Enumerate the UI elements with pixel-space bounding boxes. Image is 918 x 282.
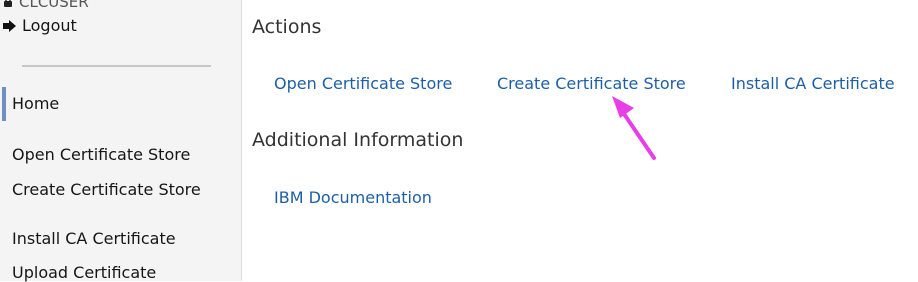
ibm-documentation-link[interactable]: IBM Documentation (274, 188, 432, 207)
sidebar-item-upload-certificate[interactable]: Upload Certificate (12, 263, 156, 282)
actions-heading: Actions (252, 16, 322, 38)
sidebar-item-home[interactable]: Home (2, 87, 240, 121)
additional-information-heading: Additional Information (252, 129, 464, 151)
logout-icon (3, 20, 16, 32)
sidebar-item-label: Home (12, 94, 60, 113)
lock-icon (4, 0, 12, 7)
sidebar-item-create-certificate-store[interactable]: Create Certificate Store (12, 180, 201, 199)
sidebar-divider (22, 65, 211, 67)
open-certificate-store-link[interactable]: Open Certificate Store (274, 74, 452, 93)
sidebar: CLCUSER Logout Home Open Certificate Sto… (0, 0, 242, 282)
sidebar-item-install-ca-certificate[interactable]: Install CA Certificate (12, 229, 176, 248)
active-indicator (2, 87, 6, 121)
sidebar-item-open-certificate-store[interactable]: Open Certificate Store (12, 145, 190, 164)
logout-link[interactable]: Logout (3, 16, 77, 35)
install-ca-certificate-link[interactable]: Install CA Certificate (731, 74, 895, 93)
logout-label: Logout (22, 16, 77, 35)
pointer-arrow-icon (612, 96, 656, 160)
user-menu[interactable]: CLCUSER (3, 0, 89, 11)
username-label: CLCUSER (19, 0, 89, 11)
create-certificate-store-link[interactable]: Create Certificate Store (497, 74, 686, 93)
